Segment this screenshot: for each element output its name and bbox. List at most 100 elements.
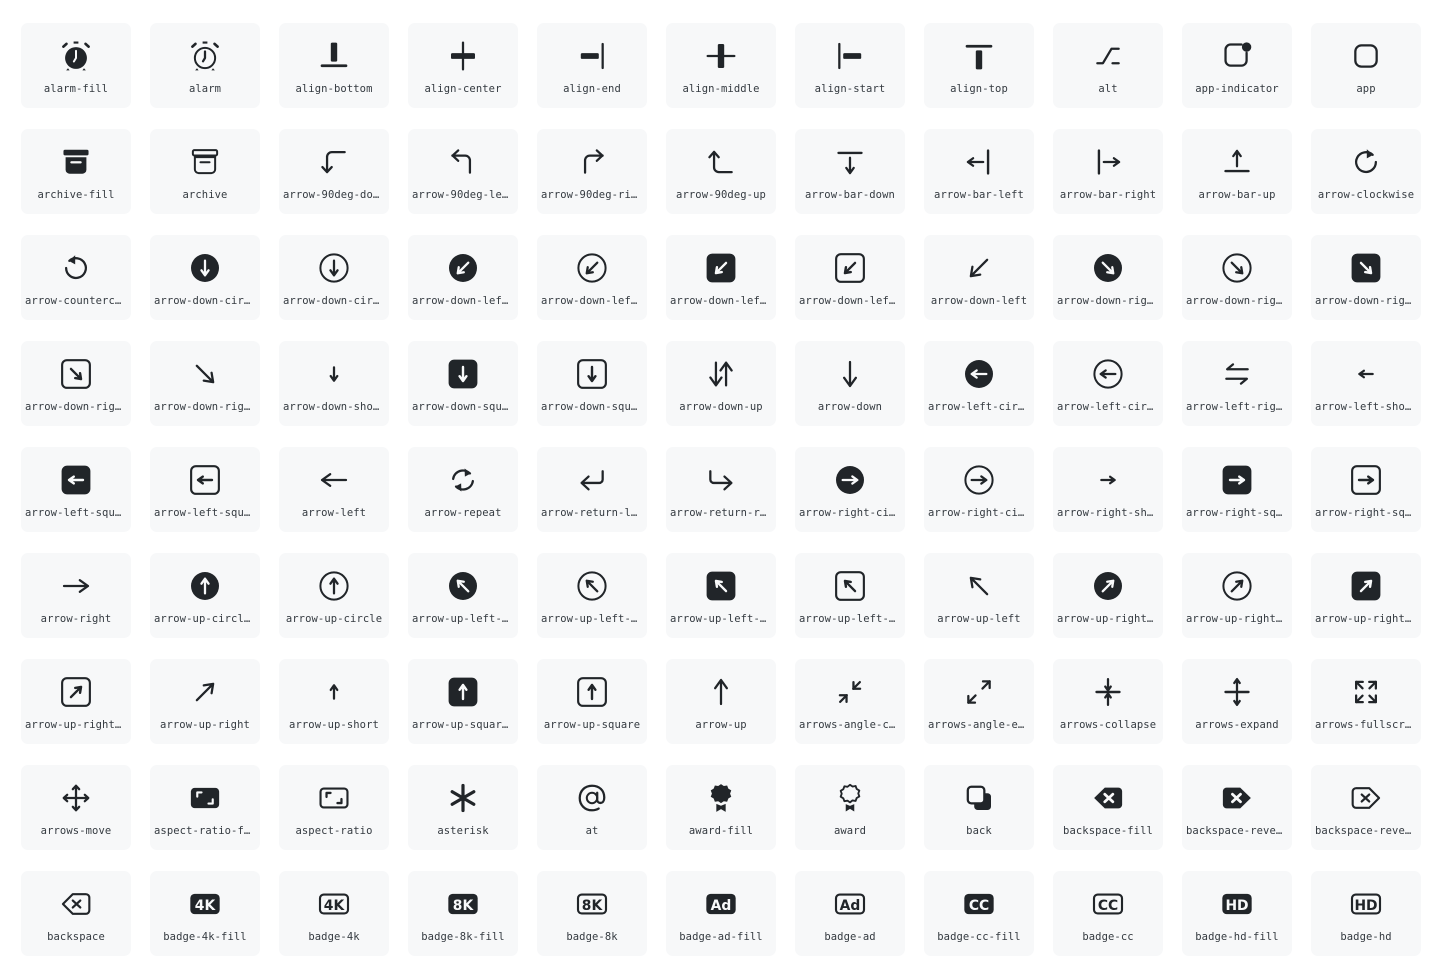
icon-tile-award-fill[interactable]: award-fill — [666, 765, 776, 850]
icon-tile-arrow-90deg-down[interactable]: arrow-90deg-down — [279, 129, 389, 214]
icon-tile-arrow-up-left[interactable]: arrow-up-left — [924, 553, 1034, 638]
icon-tile-arrow-down-left-circle[interactable]: arrow-down-left… — [537, 235, 647, 320]
icon-tile-arrow-up-right-circle-fill[interactable]: arrow-up-right-… — [1053, 553, 1163, 638]
icon-tile-arrows-fullscreen[interactable]: arrows-fullscre… — [1311, 659, 1421, 744]
icon-tile-arrows-expand[interactable]: arrows-expand — [1182, 659, 1292, 744]
icon-tile-arrow-down-right-circle-fill[interactable]: arrow-down-righ… — [1053, 235, 1163, 320]
icon-tile-align-start[interactable]: align-start — [795, 23, 905, 108]
icon-tile-arrow-up-square[interactable]: arrow-up-square — [537, 659, 647, 744]
icon-tile-arrows-collapse[interactable]: arrows-collapse — [1053, 659, 1163, 744]
icon-tile-arrow-up-circle[interactable]: arrow-up-circle — [279, 553, 389, 638]
icon-tile-arrow-down-left[interactable]: arrow-down-left — [924, 235, 1034, 320]
icon-tile-arrow-right[interactable]: arrow-right — [21, 553, 131, 638]
icon-tile-arrow-90deg-right[interactable]: arrow-90deg-rig… — [537, 129, 647, 214]
icon-tile-arrow-down-short[interactable]: arrow-down-short — [279, 341, 389, 426]
icon-tile-arrow-down-left-square-fill[interactable]: arrow-down-left… — [666, 235, 776, 320]
icon-tile-arrow-right-square[interactable]: arrow-right-squ… — [1311, 447, 1421, 532]
icon-tile-arrow-bar-left[interactable]: arrow-bar-left — [924, 129, 1034, 214]
icon-tile-archive-fill[interactable]: archive-fill — [21, 129, 131, 214]
icon-tile-arrow-counterclockwise[interactable]: arrow-countercl… — [21, 235, 131, 320]
icon-tile-alt[interactable]: alt — [1053, 23, 1163, 108]
icon-tile-arrow-down-left-circle-fill[interactable]: arrow-down-left… — [408, 235, 518, 320]
icon-tile-at[interactable]: at — [537, 765, 647, 850]
icon-tile-badge-cc-fill[interactable]: CC badge-cc-fill — [924, 871, 1034, 956]
icon-tile-align-center[interactable]: align-center — [408, 23, 518, 108]
icon-tile-badge-hd-fill[interactable]: HD badge-hd-fill — [1182, 871, 1292, 956]
icon-tile-badge-ad[interactable]: Ad badge-ad — [795, 871, 905, 956]
icon-tile-arrow-up-square-fill[interactable]: arrow-up-square… — [408, 659, 518, 744]
icon-tile-arrow-up-left-circle[interactable]: arrow-up-left-c… — [537, 553, 647, 638]
icon-tile-arrow-right-square-fill[interactable]: arrow-right-squ… — [1182, 447, 1292, 532]
icon-tile-arrow-bar-down[interactable]: arrow-bar-down — [795, 129, 905, 214]
icon-tile-arrow-down-square[interactable]: arrow-down-squa… — [537, 341, 647, 426]
icon-tile-arrow-up[interactable]: arrow-up — [666, 659, 776, 744]
icon-tile-arrow-90deg-left[interactable]: arrow-90deg-left — [408, 129, 518, 214]
icon-tile-arrow-up-left-circle-fill[interactable]: arrow-up-left-c… — [408, 553, 518, 638]
icon-tile-arrow-left-square-fill[interactable]: arrow-left-squa… — [21, 447, 131, 532]
icon-tile-badge-4k[interactable]: 4K badge-4k — [279, 871, 389, 956]
icon-tile-app-indicator[interactable]: app-indicator — [1182, 23, 1292, 108]
icon-tile-arrow-right-circle[interactable]: arrow-right-cir… — [924, 447, 1034, 532]
icon-tile-arrow-left-short[interactable]: arrow-left-short — [1311, 341, 1421, 426]
icon-tile-arrow-up-right-square[interactable]: arrow-up-right-… — [21, 659, 131, 744]
icon-tile-arrow-down[interactable]: arrow-down — [795, 341, 905, 426]
icon-tile-aspect-ratio[interactable]: aspect-ratio — [279, 765, 389, 850]
icon-tile-archive[interactable]: archive — [150, 129, 260, 214]
icon-tile-arrow-up-circle-fill[interactable]: arrow-up-circle… — [150, 553, 260, 638]
icon-tile-arrow-down-left-square[interactable]: arrow-down-left… — [795, 235, 905, 320]
icon-tile-arrow-up-right-circle[interactable]: arrow-up-right-… — [1182, 553, 1292, 638]
icon-tile-align-middle[interactable]: align-middle — [666, 23, 776, 108]
icon-tile-arrow-90deg-up[interactable]: arrow-90deg-up — [666, 129, 776, 214]
icon-tile-arrow-up-right[interactable]: arrow-up-right — [150, 659, 260, 744]
icon-tile-arrows-angle-contract[interactable]: arrows-angle-co… — [795, 659, 905, 744]
icon-tile-arrow-return-right[interactable]: arrow-return-ri… — [666, 447, 776, 532]
icon-tile-arrow-up-short[interactable]: arrow-up-short — [279, 659, 389, 744]
icon-tile-arrow-return-left[interactable]: arrow-return-le… — [537, 447, 647, 532]
icon-tile-arrow-right-circle-fill[interactable]: arrow-right-cir… — [795, 447, 905, 532]
icon-tile-align-bottom[interactable]: align-bottom — [279, 23, 389, 108]
icon-tile-aspect-ratio-fill[interactable]: aspect-ratio-fi… — [150, 765, 260, 850]
icon-tile-arrow-left-circle-fill[interactable]: arrow-left-circ… — [924, 341, 1034, 426]
icon-tile-arrow-down-circle-fill[interactable]: arrow-down-circ… — [150, 235, 260, 320]
icon-tile-arrows-angle-expand[interactable]: arrows-angle-ex… — [924, 659, 1034, 744]
icon-tile-backspace-reverse[interactable]: backspace-rever… — [1311, 765, 1421, 850]
icon-tile-arrow-bar-up[interactable]: arrow-bar-up — [1182, 129, 1292, 214]
icon-tile-badge-8k[interactable]: 8K badge-8k — [537, 871, 647, 956]
icon-tile-arrow-down-right-circle[interactable]: arrow-down-righ… — [1182, 235, 1292, 320]
icon-tile-badge-hd[interactable]: HD badge-hd — [1311, 871, 1421, 956]
icon-tile-badge-cc[interactable]: CC badge-cc — [1053, 871, 1163, 956]
icon-tile-arrow-down-up[interactable]: arrow-down-up — [666, 341, 776, 426]
arrow-up-left-icon — [959, 566, 999, 606]
icon-tile-back[interactable]: back — [924, 765, 1034, 850]
icon-tile-align-end[interactable]: align-end — [537, 23, 647, 108]
icon-tile-badge-ad-fill[interactable]: Ad badge-ad-fill — [666, 871, 776, 956]
icon-tile-alarm[interactable]: alarm — [150, 23, 260, 108]
icon-tile-arrow-left-right[interactable]: arrow-left-right — [1182, 341, 1292, 426]
icon-tile-arrow-down-right-square[interactable]: arrow-down-righ… — [21, 341, 131, 426]
icon-tile-arrow-left-circle[interactable]: arrow-left-circ… — [1053, 341, 1163, 426]
icon-tile-arrow-up-right-square-fill[interactable]: arrow-up-right-… — [1311, 553, 1421, 638]
icon-tile-arrows-move[interactable]: arrows-move — [21, 765, 131, 850]
icon-tile-alarm-fill[interactable]: alarm-fill — [21, 23, 131, 108]
icon-tile-align-top[interactable]: align-top — [924, 23, 1034, 108]
icon-tile-arrow-up-left-square-fill[interactable]: arrow-up-left-s… — [666, 553, 776, 638]
icon-tile-arrow-down-square-fill[interactable]: arrow-down-squa… — [408, 341, 518, 426]
icon-tile-asterisk[interactable]: asterisk — [408, 765, 518, 850]
icon-tile-arrow-left[interactable]: arrow-left — [279, 447, 389, 532]
icon-tile-arrow-right-short[interactable]: arrow-right-sho… — [1053, 447, 1163, 532]
icon-tile-arrow-clockwise[interactable]: arrow-clockwise — [1311, 129, 1421, 214]
icon-tile-badge-8k-fill[interactable]: 8K badge-8k-fill — [408, 871, 518, 956]
icon-tile-arrow-left-square[interactable]: arrow-left-squa… — [150, 447, 260, 532]
icon-tile-award[interactable]: award — [795, 765, 905, 850]
icon-tile-arrow-bar-right[interactable]: arrow-bar-right — [1053, 129, 1163, 214]
icon-tile-arrow-down-circle[interactable]: arrow-down-circ… — [279, 235, 389, 320]
icon-tile-badge-4k-fill[interactable]: 4K badge-4k-fill — [150, 871, 260, 956]
icon-tile-app[interactable]: app — [1311, 23, 1421, 108]
icon-tile-arrow-up-left-square[interactable]: arrow-up-left-s… — [795, 553, 905, 638]
icon-tile-backspace-fill[interactable]: backspace-fill — [1053, 765, 1163, 850]
icon-tile-arrow-down-right[interactable]: arrow-down-right — [150, 341, 260, 426]
icon-tile-arrow-repeat[interactable]: arrow-repeat — [408, 447, 518, 532]
icon-tile-backspace-reverse-fill[interactable]: backspace-rever… — [1182, 765, 1292, 850]
icon-tile-backspace[interactable]: backspace — [21, 871, 131, 956]
icon-tile-arrow-down-right-square-fill[interactable]: arrow-down-righ… — [1311, 235, 1421, 320]
